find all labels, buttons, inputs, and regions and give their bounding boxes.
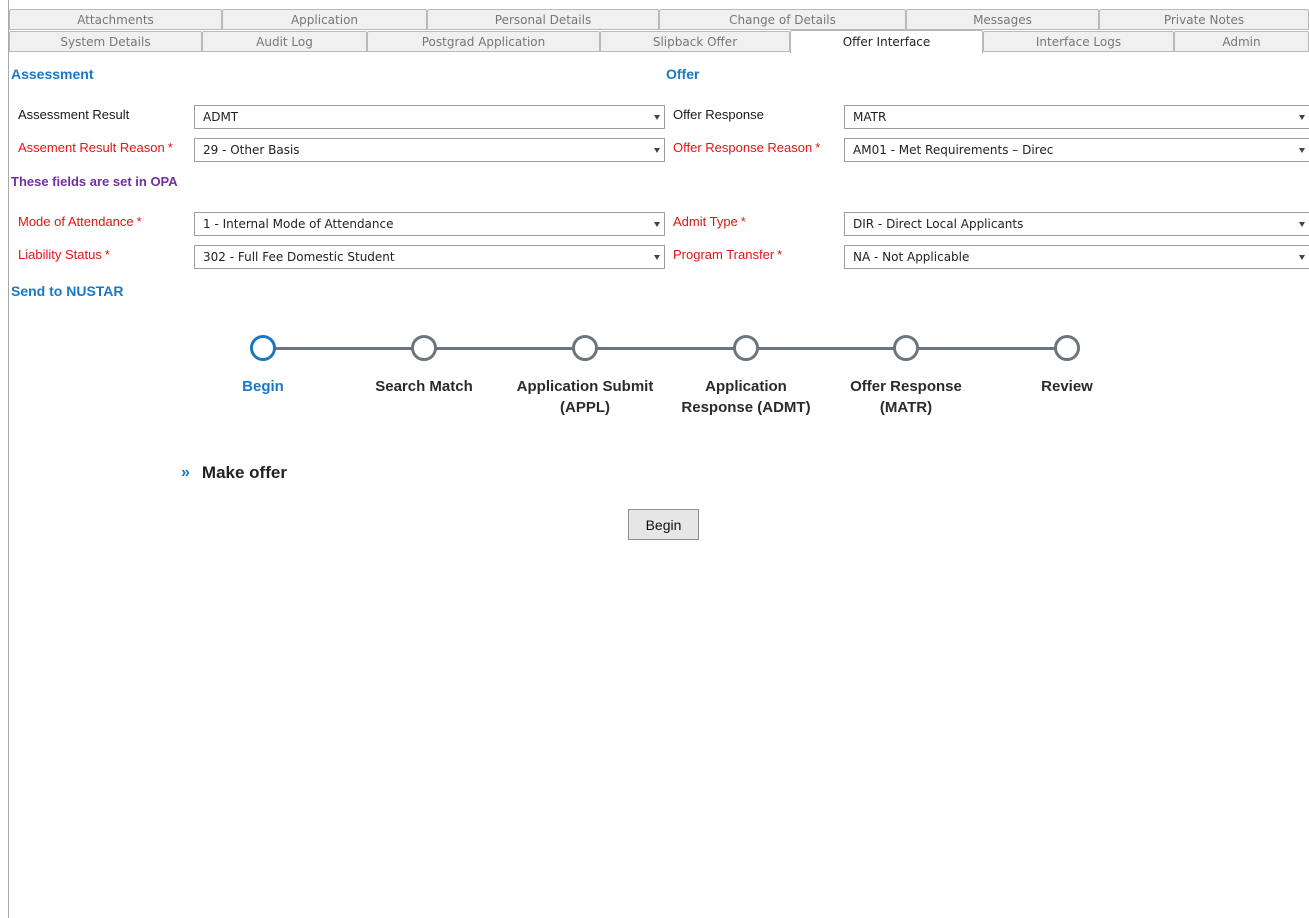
offer-reason-value: AM01 - Met Requirements – Direc: [853, 143, 1054, 157]
tab-messages[interactable]: Messages: [906, 9, 1099, 30]
chevron-down-icon: [1299, 115, 1305, 120]
mode-of-attendance-label: Mode of Attendance *: [18, 214, 142, 229]
tab-system-details[interactable]: System Details: [9, 31, 202, 52]
offer-reason-label: Offer Response Reason *: [673, 140, 820, 155]
offer-response-label: Offer Response: [673, 107, 764, 122]
liability-status-label: Liability Status *: [18, 247, 110, 262]
step-circle-application-submit[interactable]: [572, 335, 598, 361]
make-offer-label: Make offer: [201, 463, 287, 482]
required-marker: *: [815, 140, 821, 155]
step-label-line1: Begin: [242, 378, 284, 395]
assessment-reason-select[interactable]: 29 - Other Basis: [194, 138, 665, 162]
offer-response-value: MATR: [853, 110, 887, 124]
required-marker: *: [104, 247, 110, 262]
assessment-result-select[interactable]: ADMT: [194, 105, 665, 129]
tab-interface-logs[interactable]: Interface Logs: [983, 31, 1174, 52]
step-label-line1: Application Submit: [516, 378, 654, 395]
required-marker: *: [136, 214, 142, 229]
required-marker: *: [740, 214, 746, 229]
mode-of-attendance-select[interactable]: 1 - Internal Mode of Attendance: [194, 212, 665, 236]
step-label-line2: (APPL): [560, 399, 610, 416]
tab-change-of-details[interactable]: Change of Details: [659, 9, 906, 30]
chevron-down-icon: [654, 255, 660, 260]
step-label-application-response: Application Response (ADMT): [656, 376, 836, 418]
offer-reason-select[interactable]: AM01 - Met Requirements – Direc: [844, 138, 1309, 162]
step-circle-review[interactable]: [1054, 335, 1080, 361]
tab-personal-details[interactable]: Personal Details: [427, 9, 659, 30]
liability-status-select[interactable]: 302 - Full Fee Domestic Student: [194, 245, 665, 269]
mode-of-attendance-label-text: Mode of Attendance: [18, 214, 134, 229]
tab-postgrad-application[interactable]: Postgrad Application: [367, 31, 600, 52]
tab-row-2: System Details Audit Log Postgrad Applic…: [9, 30, 1309, 54]
step-label-line2: Response (ADMT): [681, 399, 811, 416]
step-circle-begin[interactable]: [250, 335, 276, 361]
assessment-result-value: ADMT: [203, 110, 239, 124]
tab-audit-log[interactable]: Audit Log: [202, 31, 367, 52]
stepper-track: [275, 347, 1055, 350]
assessment-section-title: Assessment: [11, 66, 94, 82]
tab-private-notes[interactable]: Private Notes: [1099, 9, 1309, 30]
tab-slipback-offer[interactable]: Slipback Offer: [600, 31, 790, 52]
chevron-down-icon: [654, 148, 660, 153]
tab-application[interactable]: Application: [222, 9, 427, 30]
tab-offer-interface[interactable]: Offer Interface: [790, 30, 983, 54]
step-label-begin: Begin: [173, 376, 353, 397]
liability-status-label-text: Liability Status: [18, 247, 102, 262]
tab-admin[interactable]: Admin: [1174, 31, 1309, 52]
program-transfer-select[interactable]: NA - Not Applicable: [844, 245, 1309, 269]
chevron-down-icon: [1299, 255, 1305, 260]
assessment-reason-value: 29 - Other Basis: [203, 143, 300, 157]
mode-of-attendance-value: 1 - Internal Mode of Attendance: [203, 217, 394, 231]
begin-button[interactable]: Begin: [628, 509, 699, 540]
required-marker: *: [167, 140, 173, 155]
admit-type-label: Admit Type *: [673, 214, 746, 229]
admit-type-value: DIR - Direct Local Applicants: [853, 217, 1024, 231]
chevron-down-icon: [1299, 222, 1305, 227]
step-label-offer-response: Offer Response (MATR): [816, 376, 996, 418]
send-to-nustar-title: Send to NUSTAR: [11, 283, 124, 299]
chevron-down-icon: [1299, 148, 1305, 153]
program-transfer-value: NA - Not Applicable: [853, 250, 970, 264]
step-label-review: Review: [977, 376, 1157, 397]
program-transfer-label: Program Transfer *: [673, 247, 782, 262]
step-label-line2: (MATR): [879, 399, 933, 416]
step-label-line1: Offer Response: [850, 378, 962, 395]
admit-type-label-text: Admit Type: [673, 214, 738, 229]
step-circle-offer-response[interactable]: [893, 335, 919, 361]
double-chevron-right-icon: »: [181, 464, 190, 481]
step-label-line1: Review: [1041, 378, 1093, 395]
assessment-reason-label: Assement Result Reason *: [18, 140, 173, 155]
tab-attachments[interactable]: Attachments: [9, 9, 222, 30]
step-circle-search-match[interactable]: [411, 335, 437, 361]
admit-type-select[interactable]: DIR - Direct Local Applicants: [844, 212, 1309, 236]
offer-reason-label-text: Offer Response Reason: [673, 140, 813, 155]
liability-status-value: 302 - Full Fee Domestic Student: [203, 250, 395, 264]
step-label-search-match: Search Match: [334, 376, 514, 397]
make-offer-heading: » Make offer: [181, 463, 287, 483]
step-label-line1: Search Match: [375, 378, 473, 395]
chevron-down-icon: [654, 115, 660, 120]
offer-response-select[interactable]: MATR: [844, 105, 1309, 129]
offer-section-title: Offer: [666, 66, 700, 82]
step-label-application-submit: Application Submit (APPL): [495, 376, 675, 418]
program-transfer-label-text: Program Transfer: [673, 247, 775, 262]
assessment-reason-label-text: Assement Result Reason: [18, 140, 165, 155]
tab-row-1: Attachments Application Personal Details…: [9, 9, 1309, 30]
opa-note: These fields are set in OPA: [11, 174, 178, 189]
assessment-result-label: Assessment Result: [18, 107, 130, 122]
chevron-down-icon: [654, 222, 660, 227]
step-circle-application-response[interactable]: [733, 335, 759, 361]
required-marker: *: [777, 247, 783, 262]
step-label-line1: Application: [705, 378, 787, 395]
